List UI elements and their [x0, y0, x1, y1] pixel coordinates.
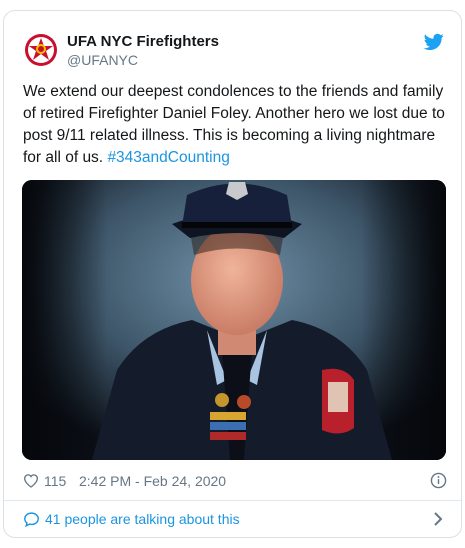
tweet-meta: 115 2:42 PM - Feb 24, 2020: [23, 469, 447, 493]
author-names: UFA NYC Firefighters @UFANYC: [67, 33, 219, 69]
tweet-timestamp[interactable]: 2:42 PM - Feb 24, 2020: [79, 469, 226, 493]
like-count: 115: [44, 473, 67, 489]
hashtag-link[interactable]: #343andCounting: [107, 149, 229, 166]
like-button[interactable]: 115: [23, 469, 66, 493]
tweet-card: UFA NYC Firefighters @UFANYC We extend o…: [3, 10, 462, 538]
conversation-text: 41 people are talking about this: [45, 511, 240, 527]
conversation-link[interactable]: 41 people are talking about this: [23, 507, 445, 531]
tweet-text: We extend our deepest condolences to the…: [23, 81, 445, 169]
author-avatar[interactable]: [23, 32, 59, 68]
chevron-right-icon: [434, 512, 443, 526]
tweet-photo[interactable]: [22, 180, 446, 460]
firefighter-portrait-image: [22, 180, 446, 460]
tweet-header: UFA NYC Firefighters @UFANYC: [4, 11, 461, 73]
author-display-name[interactable]: UFA NYC Firefighters: [67, 33, 219, 51]
tweet-body: We extend our deepest condolences to the…: [23, 83, 445, 166]
speech-bubble-icon: [24, 511, 39, 527]
author-handle[interactable]: @UFANYC: [67, 51, 219, 69]
twitter-bird-icon[interactable]: [424, 33, 444, 51]
info-icon[interactable]: [430, 472, 447, 489]
heart-icon: [23, 474, 39, 488]
ufa-badge-icon: [23, 32, 59, 68]
divider: [4, 500, 461, 501]
